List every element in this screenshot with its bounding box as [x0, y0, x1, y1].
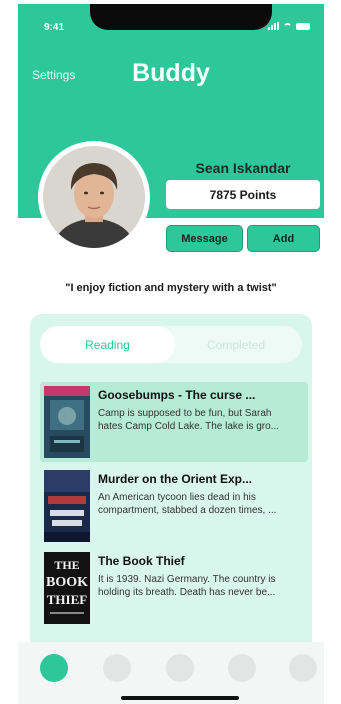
tab-bar-item-4[interactable] [228, 654, 256, 682]
battery-icon [296, 22, 310, 30]
cover-text: THIEF [47, 592, 88, 607]
tab-bar-item-2[interactable] [103, 654, 131, 682]
book-cover [44, 386, 90, 458]
tab-bar-item-profile[interactable] [40, 654, 68, 682]
signal-icon [268, 22, 279, 30]
user-name: Sean Iskandar [195, 160, 291, 176]
tab-completed[interactable]: Completed [170, 326, 302, 363]
book-cover [44, 470, 90, 542]
tab-bar-item-5[interactable] [289, 654, 317, 682]
book-description: It is 1939. Nazi Germany. The country is… [98, 574, 276, 598]
book-item[interactable]: Murder on the Orient Exp... An American … [40, 466, 308, 546]
profile-quote: "I enjoy fiction and mystery with a twis… [65, 282, 277, 294]
status-time: 9:41 [44, 22, 65, 33]
device-notch [90, 4, 272, 30]
wifi-icon [283, 22, 292, 30]
cover-text: BOOK [46, 575, 88, 590]
book-title: The Book Thief [98, 554, 185, 568]
avatar[interactable] [38, 141, 150, 253]
bottom-tab-bar [18, 642, 324, 704]
home-indicator [121, 696, 239, 700]
book-description: Camp is supposed to be fun, but Sarah ha… [98, 408, 280, 432]
books-panel: Completed Reading Goosebumps - The curse… [30, 314, 312, 642]
add-button[interactable]: Add [247, 225, 320, 252]
book-cover: THE BOOK THIEF [44, 552, 90, 624]
book-title: Goosebumps - The curse ... [98, 388, 256, 402]
book-item[interactable]: Goosebumps - The curse ... Camp is suppo… [40, 382, 308, 462]
status-icons [268, 22, 310, 30]
tab-bar-item-3[interactable] [166, 654, 194, 682]
app-title: Buddy [132, 59, 210, 87]
book-description: An American tycoon lies dead in his comp… [98, 492, 277, 516]
book-title: Murder on the Orient Exp... [98, 472, 253, 486]
cover-text: THE [54, 558, 79, 572]
tab-reading[interactable]: Reading [40, 326, 175, 363]
avatar-photo [43, 146, 145, 248]
points-badge: 7875 Points [166, 180, 320, 209]
reading-status-tabs: Completed Reading [40, 326, 302, 363]
phone-screen: 9:41 Settings Buddy Sean Iskandar 7875 P… [18, 4, 324, 704]
message-button[interactable]: Message [166, 225, 243, 252]
book-item[interactable]: THE BOOK THIEF The Book Thief It is 1939… [40, 548, 308, 628]
